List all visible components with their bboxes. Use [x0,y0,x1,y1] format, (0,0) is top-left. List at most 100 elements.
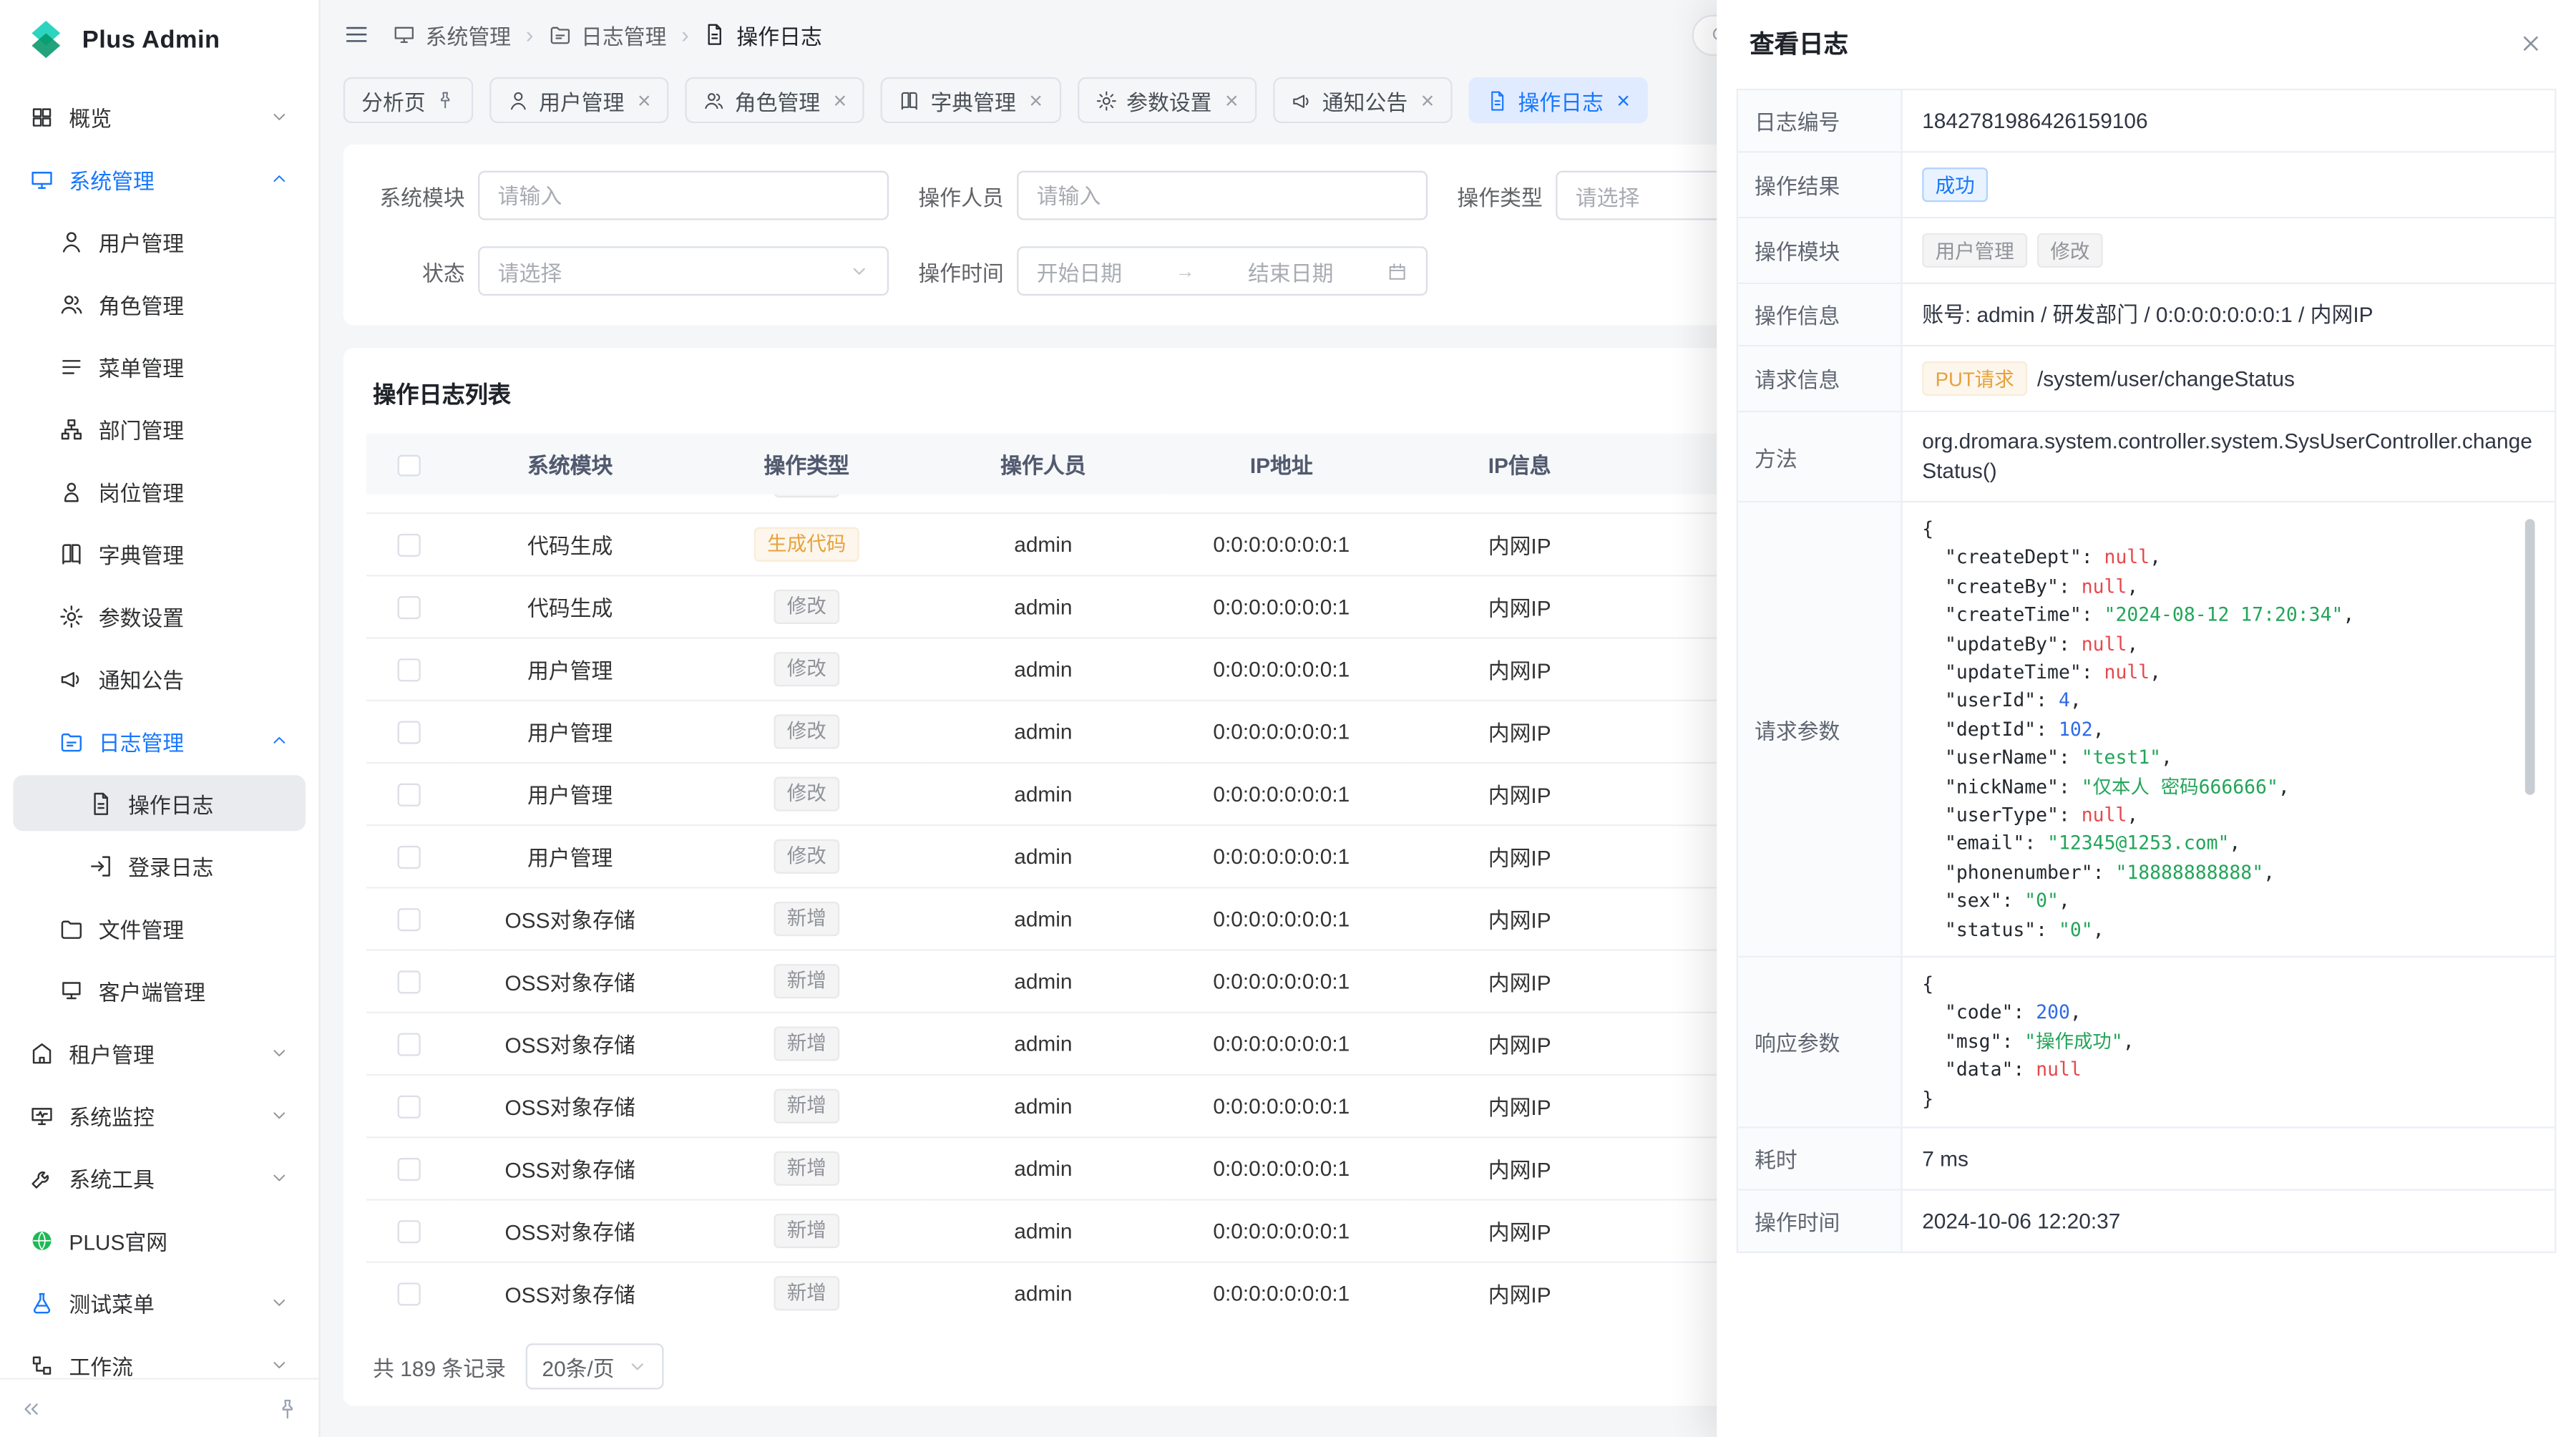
sidebar-item-role[interactable]: 角色管理 [13,276,306,332]
row-checkbox[interactable] [398,971,420,993]
code-scrollbar[interactable] [2525,519,2535,795]
cell-ip-info: 内网IP [1401,575,1638,637]
row-checkbox[interactable] [398,846,420,868]
sidebar-item-login-log[interactable]: 登录日志 [13,837,306,893]
tab-dict[interactable]: 字典管理× [882,77,1061,123]
sidebar-item-dept[interactable]: 部门管理 [13,401,306,457]
chevron-down-icon [270,107,290,127]
sidebar-item-file[interactable]: 文件管理 [13,900,306,956]
page-size-select[interactable]: 20条/页 [526,1343,664,1389]
close-tab-icon[interactable]: × [1225,89,1239,112]
breadcrumb-item[interactable]: 操作日志 [704,19,822,50]
user-icon [507,89,529,111]
tab-role[interactable]: 角色管理× [686,77,865,123]
sidebar-item-label: 字典管理 [99,538,289,570]
sidebar-item-post[interactable]: 岗位管理 [13,463,306,519]
cell-module: OSS对象存储 [452,1012,688,1074]
user-icon [59,229,84,253]
cell-ip: 0:0:0:0:0:0:0:1 [1161,1199,1401,1261]
row-checkbox[interactable] [398,659,420,681]
sidebar-item-dict[interactable]: 字典管理 [13,525,306,581]
operation-type-tag: 修改 [774,495,839,498]
doc-icon [704,23,727,46]
close-tab-icon[interactable]: × [1616,89,1630,112]
cell-module: OSS对象存储 [452,1074,688,1136]
sidebar-item-overview[interactable]: 概览 [13,89,306,145]
cell-ip-info: 内网IP [1401,1199,1638,1261]
close-tab-icon[interactable]: × [1421,89,1435,112]
close-tab-icon[interactable]: × [1029,89,1043,112]
doc-icon [89,791,113,815]
sidebar-item-user[interactable]: 用户管理 [13,213,306,269]
sidebar-item-menu[interactable]: 菜单管理 [13,338,306,394]
module-filter-label: 系统模块 [373,180,465,211]
cell-operator: admin [925,575,1162,637]
sidebar-item-client[interactable]: 客户端管理 [13,963,306,1018]
sidebar-item-label: 部门管理 [99,413,289,444]
module-filter-input[interactable] [478,171,889,220]
row-checkbox[interactable] [398,1220,420,1242]
row-checkbox[interactable] [398,1096,420,1118]
pin-sidebar-button[interactable] [276,1397,299,1420]
operation-type-tag: 修改 [774,776,839,810]
sidebar-item-tools[interactable]: 系统工具 [13,1149,306,1205]
operation-type-tag: 新增 [774,1151,839,1185]
sidebar-item-tenant[interactable]: 租户管理 [13,1025,306,1081]
dashboard-icon [29,104,54,129]
json-code-block[interactable]: { "code": 200, "msg": "操作成功", "data": nu… [1922,970,2534,1114]
tab-notice[interactable]: 通知公告× [1273,77,1453,123]
row-checkbox[interactable] [398,721,420,744]
json-code-block[interactable]: { "createDept": null, "createBy": null, … [1922,516,2534,943]
collapse-sidebar-button[interactable] [20,1397,43,1420]
breadcrumb-item[interactable]: 日志管理 [548,19,666,50]
time-range-picker[interactable]: 开始日期 → 结束日期 [1017,246,1428,296]
sidebar-item-system[interactable]: 系统管理 [13,151,306,207]
cell-ip: 0:0:0:0:0:0:0:1 [1161,575,1401,637]
cell-ip-info: 内网IP [1401,512,1638,575]
close-tab-icon[interactable]: × [834,89,847,112]
sidebar-item-op-log[interactable]: 操作日志 [13,775,306,831]
cell-ip-info: 内网IP [1401,887,1638,949]
sidebar-item-param[interactable]: 参数设置 [13,588,306,644]
sidebar-item-plus-site[interactable]: PLUS官网 [13,1212,306,1268]
detail-value: { "createDept": null, "createBy": null, … [1903,502,2555,955]
cell-ip: 0:0:0:0:0:0:0:1 [1161,887,1401,949]
detail-value: 2024-10-06 12:20:37 [1903,1191,2555,1252]
row-checkbox[interactable] [398,1033,420,1056]
row-checkbox[interactable] [398,784,420,806]
notice-icon [59,666,84,691]
post-icon [59,479,84,503]
result-tag: 成功 [1922,167,1988,202]
status-filter-select[interactable]: 请选择 [478,246,889,296]
row-checkbox[interactable] [398,1283,420,1305]
row-checkbox[interactable] [398,1158,420,1180]
sidebar-menu: 概览系统管理用户管理角色管理菜单管理部门管理岗位管理字典管理参数设置通知公告日志… [0,79,318,1378]
chevron-down-icon [270,1168,290,1188]
tab-user[interactable]: 用户管理× [489,77,669,123]
row-checkbox[interactable] [398,534,420,556]
sidebar-item-log[interactable]: 日志管理 [13,713,306,769]
detail-value: PUT请求/system/user/changeStatus [1903,346,2555,411]
select-all-checkbox[interactable] [398,454,420,477]
menu-toggle-button[interactable] [343,21,370,48]
tab-analysis[interactable]: 分析页 [343,77,473,123]
tab-param[interactable]: 参数设置× [1077,77,1257,123]
close-tab-icon[interactable]: × [638,89,651,112]
cell-ip-info: 内网IP [1401,949,1638,1011]
app-logo[interactable]: Plus Admin [0,0,318,79]
sidebar-item-workflow[interactable]: 工作流 [13,1337,306,1378]
breadcrumb-item[interactable]: 系统管理 [393,19,511,50]
tab-oplog[interactable]: 操作日志× [1469,77,1649,123]
sidebar-item-monitor[interactable]: 系统监控 [13,1087,306,1143]
cell-module: 代码生成 [452,495,688,512]
drawer-title: 查看日志 [1750,26,1848,60]
close-drawer-button[interactable] [2519,30,2543,54]
cell-module: OSS对象存储 [452,949,688,1011]
row-checkbox[interactable] [398,596,420,618]
operator-filter-input[interactable] [1017,171,1428,220]
pin-icon[interactable] [435,90,455,110]
sidebar-item-notice[interactable]: 通知公告 [13,651,306,706]
detail-label: 方法 [1738,412,1903,501]
sidebar-item-test[interactable]: 测试菜单 [13,1275,306,1330]
row-checkbox[interactable] [398,908,420,930]
